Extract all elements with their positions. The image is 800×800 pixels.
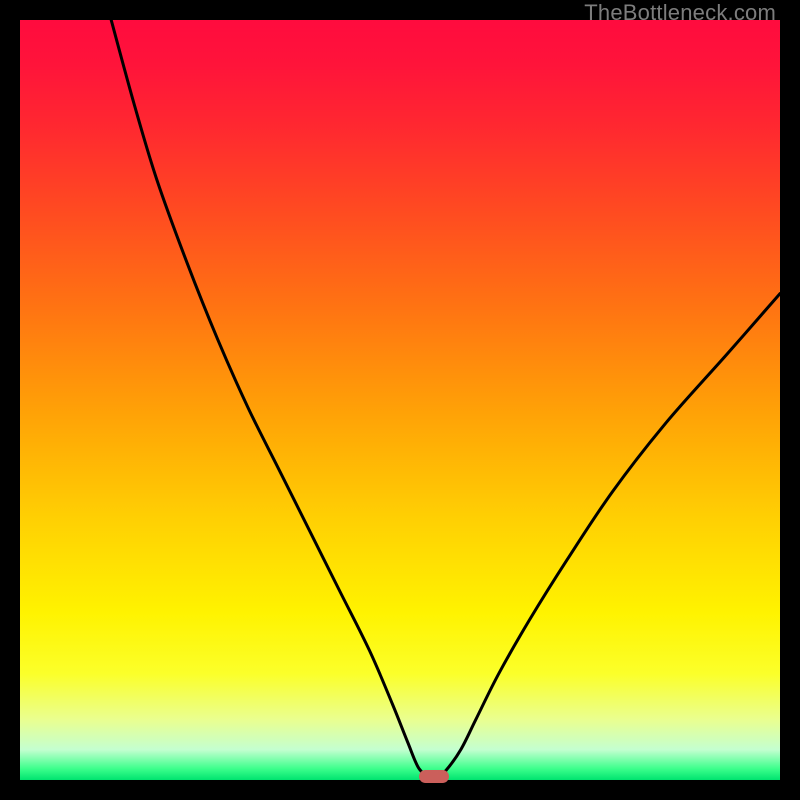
minimum-marker [419, 770, 449, 783]
watermark-text: TheBottleneck.com [584, 0, 776, 26]
chart-frame: TheBottleneck.com [0, 0, 800, 800]
plot-area [20, 20, 780, 780]
bottleneck-curve [20, 20, 780, 780]
